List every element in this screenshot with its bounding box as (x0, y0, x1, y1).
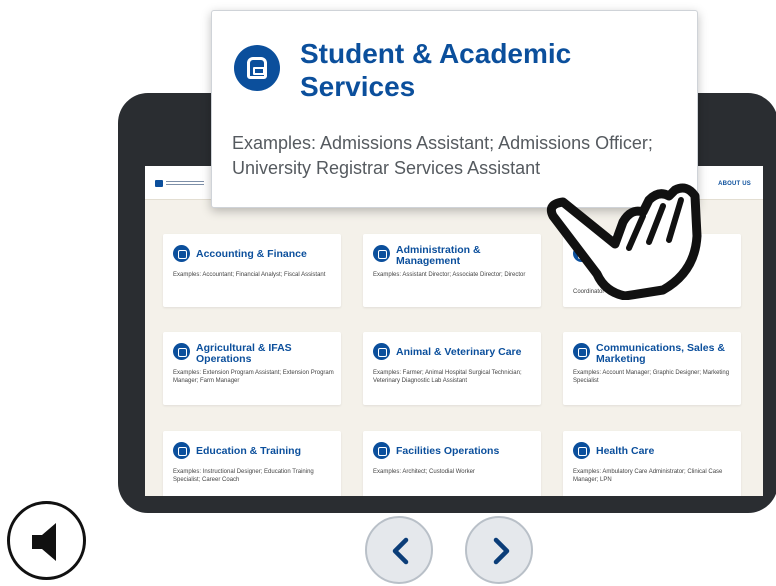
graduation-icon (173, 442, 190, 459)
uf-logo (155, 180, 163, 187)
speaker-icon (32, 523, 56, 561)
card-title: Health Care (596, 445, 655, 457)
card-administration-management[interactable]: Administration & Management Examples: As… (363, 234, 541, 307)
card-title: Communications, Sales & Marketing (596, 342, 725, 365)
leaf-icon (173, 343, 190, 360)
tools-icon (373, 442, 390, 459)
nav-about-us[interactable]: ABOUT US (718, 181, 751, 187)
card-examples: Examples: Instructional Designer; Educat… (173, 469, 314, 483)
card-title: Animal & Veterinary Care (396, 346, 522, 358)
hand-pointer-icon (546, 183, 702, 300)
card-title: Education & Training (196, 445, 302, 457)
card-examples: Examples: Ambulatory Care Administrator;… (573, 469, 723, 483)
stethoscope-icon (573, 442, 590, 459)
popup-title: Student & Academic Services (300, 38, 572, 102)
next-button[interactable] (465, 516, 533, 584)
card-title: Administration & Management (396, 244, 481, 267)
briefcase-icon (373, 245, 390, 262)
card-facilities-operations[interactable]: Facilities Operations Examples: Architec… (363, 431, 541, 496)
card-examples: Examples: Assistant Director; Associate … (373, 272, 526, 278)
card-title: Facilities Operations (396, 445, 500, 457)
card-animal-veterinary[interactable]: Animal & Veterinary Care Examples: Farme… (363, 332, 541, 405)
backpack-shape (247, 57, 267, 79)
chevron-right-icon (493, 537, 510, 565)
audio-button[interactable] (7, 501, 86, 580)
card-title: Accounting & Finance (196, 248, 307, 260)
previous-button[interactable] (365, 516, 433, 584)
card-examples: Examples: Architect; Custodial Worker (373, 469, 475, 475)
chevron-left-icon (392, 537, 409, 565)
card-agricultural-ifas[interactable]: Agricultural & IFAS Operations Examples:… (163, 332, 341, 405)
paw-icon (373, 343, 390, 360)
card-education-training[interactable]: Education & Training Examples: Instructi… (163, 431, 341, 496)
card-title: Agricultural & IFAS Operations (196, 342, 292, 365)
card-accounting-finance[interactable]: Accounting & Finance Examples: Accountan… (163, 234, 341, 307)
card-health-care[interactable]: Health Care Examples: Ambulatory Care Ad… (563, 431, 741, 496)
megaphone-icon (573, 343, 590, 360)
logo-text (166, 181, 204, 187)
card-examples: Examples: Accountant; Financial Analyst;… (173, 272, 326, 278)
calculator-icon (173, 245, 190, 262)
card-examples: Examples: Farmer; Animal Hospital Surgic… (373, 370, 522, 384)
card-communications-sales[interactable]: Communications, Sales & Marketing Exampl… (563, 332, 741, 405)
card-examples: Examples: Account Manager; Graphic Desig… (573, 370, 730, 384)
card-examples: Examples: Extension Program Assistant; E… (173, 370, 334, 384)
backpack-icon (234, 45, 280, 91)
